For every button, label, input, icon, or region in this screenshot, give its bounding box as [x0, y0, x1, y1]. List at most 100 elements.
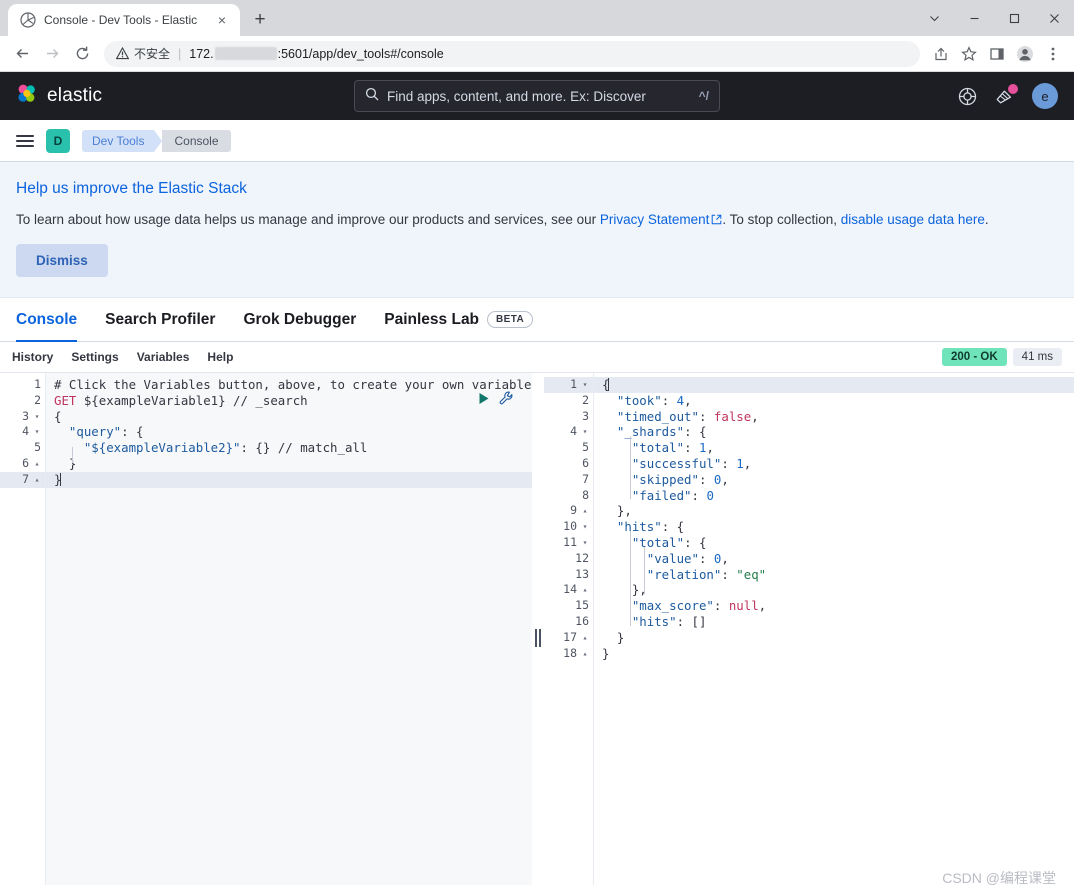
- breadcrumb-bar: D Dev Tools Console: [0, 120, 1074, 162]
- kebab-menu-icon[interactable]: [1040, 41, 1066, 67]
- tab-grok-debugger[interactable]: Grok Debugger: [243, 298, 356, 342]
- response-line: },: [602, 503, 632, 519]
- tab-painless-lab-label: Painless Lab: [384, 310, 480, 328]
- request-line: "query": {: [54, 424, 144, 440]
- wrench-icon[interactable]: [499, 391, 514, 409]
- tab-grok-debugger-label: Grok Debugger: [243, 310, 357, 328]
- header-actions: e: [958, 83, 1058, 109]
- gutter-line: 1 ▾: [544, 377, 593, 393]
- gutter-line: 17 ▴: [563, 629, 588, 644]
- gutter-line: 6 ▴: [22, 455, 40, 470]
- reload-icon[interactable]: [68, 40, 96, 68]
- gutter-line: ▾2: [34, 392, 41, 407]
- telemetry-text-before: To learn about how usage data helps us m…: [16, 212, 600, 227]
- address-bar[interactable]: 不安全 | 172. :5601/app/dev_tools#/console: [104, 40, 920, 67]
- request-editor-pane: ▾1 ▾2 3▾ 4▾ ▾5 6▴ 7▴ # Click the Variabl…: [0, 373, 532, 885]
- status-time-badge: 41 ms: [1012, 348, 1062, 366]
- request-line: {: [54, 408, 62, 424]
- console-variables-button[interactable]: Variables: [137, 350, 190, 364]
- sidepanel-icon[interactable]: [984, 41, 1010, 67]
- gutter-line: ▾12: [575, 550, 589, 565]
- hamburger-menu-icon[interactable]: [16, 134, 34, 147]
- global-search-shortcut: ^/: [698, 89, 709, 103]
- gutter-line: 4 ▾: [570, 424, 588, 439]
- response-line: }: [602, 629, 625, 645]
- elastic-brand[interactable]: elastic: [16, 83, 102, 110]
- tab-search-profiler[interactable]: Search Profiler: [105, 298, 215, 342]
- request-code[interactable]: # Click the Variables button, above, to …: [46, 373, 532, 885]
- response-code[interactable]: { "took": 4, "timed_out": false, "_shard…: [594, 373, 1074, 885]
- breadcrumb-arrow-icon: [154, 129, 163, 152]
- response-line: },: [602, 582, 647, 598]
- console-history-button[interactable]: History: [12, 350, 53, 364]
- request-line: GET ${exampleVariable1} // _search: [54, 392, 308, 408]
- response-line: "max_score": null,: [602, 598, 767, 614]
- profile-icon[interactable]: [1012, 41, 1038, 67]
- response-line: "_shards": {: [602, 424, 707, 440]
- gutter-line: ▾15: [575, 598, 589, 613]
- response-line: "failed": 0: [602, 487, 714, 503]
- close-icon[interactable]: ×: [214, 12, 230, 28]
- breadcrumb-item-console[interactable]: Console: [162, 129, 231, 152]
- global-search-placeholder: Find apps, content, and more. Ex: Discov…: [387, 88, 646, 104]
- space-avatar[interactable]: D: [46, 128, 70, 153]
- gutter-line: 18 ▴: [563, 645, 588, 660]
- maximize-icon[interactable]: [994, 0, 1034, 36]
- response-line: "relation": "eq": [602, 566, 767, 582]
- console-settings-button[interactable]: Settings: [71, 350, 118, 364]
- window-close-icon[interactable]: [1034, 0, 1074, 36]
- console-help-button[interactable]: Help: [207, 350, 233, 364]
- gutter-line: ▾6: [582, 455, 589, 470]
- window-controls: [914, 0, 1074, 36]
- gutter-line: ▾5: [582, 440, 589, 455]
- help-lifesaver-icon[interactable]: [958, 87, 977, 106]
- elastic-favicon-icon: [20, 12, 36, 28]
- brand-name: elastic: [47, 85, 103, 106]
- response-line: "timed_out": false,: [602, 408, 759, 424]
- editor-splitter[interactable]: [532, 373, 544, 885]
- console-toolbar: History Settings Variables Help 200 - OK…: [0, 342, 1074, 372]
- browser-tab[interactable]: Console - Dev Tools - Elastic ×: [8, 4, 240, 36]
- tab-painless-lab[interactable]: Painless Lab BETA: [384, 298, 534, 342]
- browser-titlebar: Console - Dev Tools - Elastic × +: [0, 0, 1074, 36]
- avatar[interactable]: e: [1032, 83, 1058, 109]
- global-search-input[interactable]: Find apps, content, and more. Ex: Discov…: [354, 80, 720, 112]
- tab-console[interactable]: Console: [16, 298, 77, 342]
- beta-badge: BETA: [487, 311, 534, 328]
- telemetry-title: Help us improve the Elastic Stack: [16, 180, 247, 197]
- response-line: "hits": []: [602, 613, 707, 629]
- response-line: "value": 0,: [602, 550, 729, 566]
- insecure-warning: 不安全: [116, 45, 170, 62]
- response-line: "took": 4,: [602, 392, 692, 408]
- gutter-line: 11 ▾: [563, 534, 588, 549]
- telemetry-body: To learn about how usage data helps us m…: [16, 212, 1058, 228]
- disable-usage-data-link[interactable]: disable usage data here: [841, 212, 985, 227]
- gutter-line: ▾3: [582, 408, 589, 423]
- gutter-line: 7 ▴: [0, 471, 45, 488]
- omnibox-separator: |: [178, 46, 182, 61]
- new-tab-button[interactable]: +: [246, 6, 274, 34]
- request-line: }: [46, 471, 532, 488]
- breadcrumb-item-dev-tools[interactable]: Dev Tools: [82, 129, 155, 152]
- response-line: {: [594, 377, 1074, 393]
- response-editor-pane: 1▾ ▾2 ▾3 4▾ ▾5 ▾6 ▾7 ▾8 9▴ 10▾ 11▾ ▾12 ▾…: [544, 373, 1074, 885]
- minimize-icon[interactable]: [954, 0, 994, 36]
- gutter-line: ▾5: [34, 440, 41, 455]
- dismiss-button[interactable]: Dismiss: [16, 244, 108, 277]
- telemetry-text-middle: . To stop collection,: [722, 212, 841, 227]
- back-icon[interactable]: [8, 40, 36, 68]
- gutter-line: ▾13: [575, 566, 589, 581]
- play-run-icon[interactable]: [477, 392, 490, 408]
- gutter-line: 3 ▾: [22, 408, 40, 423]
- forward-icon[interactable]: [38, 40, 66, 68]
- bookmark-star-icon[interactable]: [956, 41, 982, 67]
- announcements-megaphone-icon[interactable]: [995, 83, 1018, 106]
- privacy-statement-link[interactable]: Privacy Statement: [600, 212, 710, 227]
- response-line: "total": 1,: [602, 440, 714, 456]
- share-icon[interactable]: [928, 41, 954, 67]
- elastic-global-header: elastic Find apps, content, and more. Ex…: [0, 72, 1074, 120]
- telemetry-text-end: .: [984, 212, 989, 227]
- request-line: # Click the Variables button, above, to …: [54, 377, 532, 392]
- gutter-line: ▾1: [34, 377, 41, 391]
- chevron-down-icon[interactable]: [914, 0, 954, 36]
